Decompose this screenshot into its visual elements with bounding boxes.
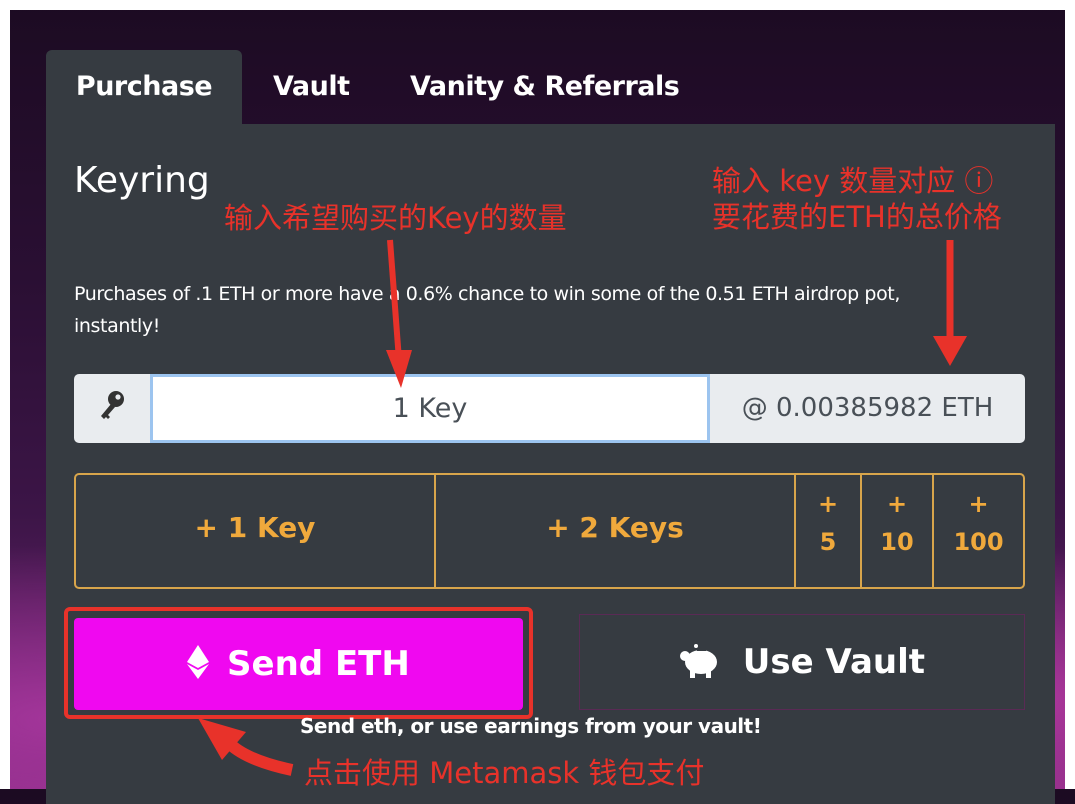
add-2-keys-button[interactable]: + 2 Keys [434,475,794,587]
add-5-label: 5 [819,528,837,556]
key-quantity-group: 1 Key @ 0.00385982 ETH [74,374,1025,443]
key-icon [98,389,126,431]
use-vault-label: Use Vault [742,642,926,682]
annotation-price-note-line2: 要花费的ETH的总价格 [712,200,1002,234]
add-100-keys-button[interactable]: + 100 [932,475,1023,587]
key-quantity-input[interactable]: 1 Key [150,374,710,443]
tab-vanity-referrals[interactable]: Vanity & Referrals [410,50,680,124]
add-10-label: 10 [880,528,914,556]
plus-sign: + [968,490,989,518]
annotation-send-note: 点击使用 Metamask 钱包支付 [304,756,705,790]
airdrop-description: Purchases of .1 ETH or more have a 0.6% … [74,283,900,337]
payment-hint: Send eth, or use earnings from your vaul… [300,714,762,738]
add-100-label: 100 [953,528,1004,556]
plus-sign: + [886,490,908,518]
add-1-key-label: + 1 Key [194,511,316,544]
add-10-keys-button[interactable]: + 10 [860,475,932,587]
use-vault-button[interactable]: Use Vault [579,614,1025,710]
image-border-left [0,0,10,789]
send-eth-label: Send ETH [227,644,410,684]
add-1-key-button[interactable]: + 1 Key [76,475,434,587]
plus-sign: + [817,490,839,518]
annotation-price-note-line1: 输入 key 数量对应 ⓘ [712,164,994,198]
add-5-keys-button[interactable]: + 5 [794,475,860,587]
eth-price-display: @ 0.00385982 ETH [710,374,1025,443]
key-addon [74,374,150,443]
image-border-top [0,0,1075,10]
add-2-keys-label: + 2 Keys [546,511,684,544]
tab-vault[interactable]: Vault [273,50,350,124]
quick-add-row: + 1 Key + 2 Keys + 5 + 10 + 100 [74,473,1025,589]
piggy-bank-icon [679,642,743,682]
section-title: Keyring [74,160,210,201]
annotation-input-note: 输入希望购买的Key的数量 [224,201,567,235]
ethereum-icon [187,644,227,684]
send-eth-button[interactable]: Send ETH [74,618,523,710]
tab-purchase[interactable]: Purchase [46,50,242,124]
image-border-right [1065,0,1075,789]
